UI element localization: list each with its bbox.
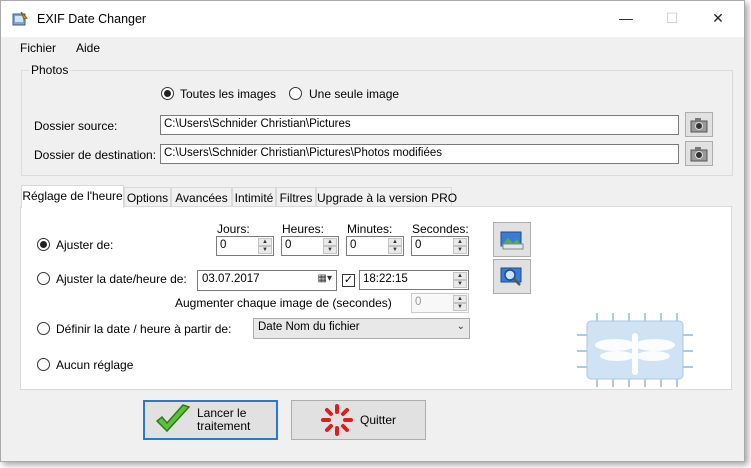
tab-filters[interactable]: Filtres [276, 187, 316, 207]
calendar-dropdown-icon[interactable]: ▦▾ [318, 273, 332, 284]
hours-label: Heures: [282, 222, 325, 236]
run-button-line-2: traitement [197, 419, 251, 433]
menu-help[interactable]: Aide [76, 41, 100, 55]
time-value: 18:22:15 [363, 273, 408, 285]
seconds-label: Secondes: [412, 222, 469, 236]
increment-stepper[interactable]: 0 ▲ ▼ [411, 293, 469, 313]
close-button[interactable]: ✕ [695, 1, 741, 35]
mode-single-label: Une seule image [309, 87, 400, 101]
seconds-up-button[interactable]: ▲ [453, 238, 467, 246]
hours-stepper[interactable]: 0 ▲ ▼ [281, 236, 339, 256]
time-down-button[interactable]: ▼ [453, 280, 467, 288]
checkmark-icon [155, 404, 191, 433]
adjust-by-label: Ajuster de: [56, 238, 114, 252]
minimize-button[interactable]: — [603, 1, 649, 35]
mode-single-radio[interactable] [289, 87, 302, 100]
hours-down-button[interactable]: ▼ [323, 246, 337, 254]
camera-icon [690, 146, 708, 161]
time-picker[interactable]: 18:22:15 ▲ ▼ [359, 270, 469, 290]
menu-bar: Fichier Aide [1, 37, 744, 59]
set-date-label: Ajuster la date/heure de: [56, 272, 187, 286]
define-from-label: Définir la date / heure à partir de: [56, 322, 232, 336]
no-adjust-radio[interactable] [37, 358, 50, 371]
source-folder-label: Dossier source: [34, 119, 118, 133]
days-stepper[interactable]: 0 ▲ ▼ [216, 236, 274, 256]
destination-folder-input[interactable]: C:\Users\Schnider Christian\Pictures\Pho… [160, 144, 679, 164]
time-up-button[interactable]: ▲ [453, 272, 467, 280]
date-picker[interactable]: 03.07.2017 ▦▾ [197, 270, 337, 291]
run-button[interactable]: Lancer le traitement [143, 400, 278, 440]
define-source-value: Date Nom du fichier [258, 321, 360, 333]
title-bar: EXIF Date Changer — ☐ ✕ [1, 1, 744, 37]
stop-burst-icon [321, 404, 353, 436]
define-from-radio[interactable] [37, 322, 50, 335]
days-value: 0 [220, 239, 227, 251]
maximize-button[interactable]: ☐ [649, 1, 695, 35]
minutes-stepper[interactable]: 0 ▲ ▼ [346, 236, 404, 256]
no-adjust-label: Aucun réglage [56, 358, 134, 372]
increment-down-button[interactable]: ▼ [453, 303, 467, 311]
app-window: EXIF Date Changer — ☐ ✕ Fichier Aide Pho… [0, 0, 745, 462]
hours-up-button[interactable]: ▲ [323, 238, 337, 246]
photos-group-label: Photos [29, 63, 71, 77]
run-button-label: Lancer le traitement [197, 407, 250, 433]
image-preview-icon [500, 231, 524, 249]
app-icon [12, 11, 28, 26]
tab-time-adjust[interactable]: Réglage de l'heure [21, 185, 124, 208]
tab-options[interactable]: Options [124, 187, 171, 207]
destination-folder-label: Dossier de destination: [34, 148, 157, 162]
minutes-down-button[interactable]: ▼ [388, 246, 402, 254]
set-date-radio[interactable] [37, 272, 50, 285]
source-folder-input[interactable]: C:\Users\Schnider Christian\Pictures [160, 115, 679, 135]
destination-browse-button[interactable] [685, 141, 713, 166]
increment-value: 0 [415, 296, 422, 308]
source-browse-button[interactable] [685, 112, 713, 137]
date-value: 03.07.2017 [202, 273, 260, 285]
days-down-button[interactable]: ▼ [258, 246, 272, 254]
preview-button[interactable] [493, 222, 531, 257]
window-title: EXIF Date Changer [37, 12, 147, 26]
quit-button[interactable]: Quitter [291, 400, 426, 440]
increment-up-button[interactable]: ▲ [453, 295, 467, 303]
days-label: Jours: [217, 222, 250, 236]
dragonfly-chip-logo [577, 313, 693, 387]
seconds-stepper[interactable]: 0 ▲ ▼ [411, 236, 469, 256]
mode-all-label: Toutes les images [180, 87, 277, 101]
minutes-up-button[interactable]: ▲ [388, 238, 402, 246]
define-source-select[interactable]: Date Nom du fichier ⌄ [253, 318, 470, 339]
quit-button-label: Quitter [360, 412, 397, 427]
menu-file[interactable]: Fichier [20, 41, 56, 55]
tab-advanced[interactable]: Avancées [171, 187, 232, 207]
hours-value: 0 [285, 239, 292, 251]
tab-upgrade-pro[interactable]: Upgrade à la version PRO [316, 187, 457, 207]
minutes-value: 0 [350, 239, 357, 251]
seconds-down-button[interactable]: ▼ [453, 246, 467, 254]
adjust-by-radio[interactable] [37, 238, 50, 251]
tab-privacy[interactable]: Intimité [232, 187, 276, 207]
minutes-label: Minutes: [347, 222, 393, 236]
chevron-down-icon: ⌄ [456, 321, 465, 332]
time-enabled-checkbox[interactable]: ✓ [342, 274, 355, 287]
magnifier-icon [500, 267, 522, 286]
zoom-preview-button[interactable] [493, 259, 531, 294]
camera-icon [690, 117, 708, 132]
increment-label: Augmenter chaque image de (secondes) [175, 296, 392, 310]
mode-all-radio[interactable] [161, 87, 174, 100]
days-up-button[interactable]: ▲ [258, 238, 272, 246]
seconds-value: 0 [415, 239, 422, 251]
